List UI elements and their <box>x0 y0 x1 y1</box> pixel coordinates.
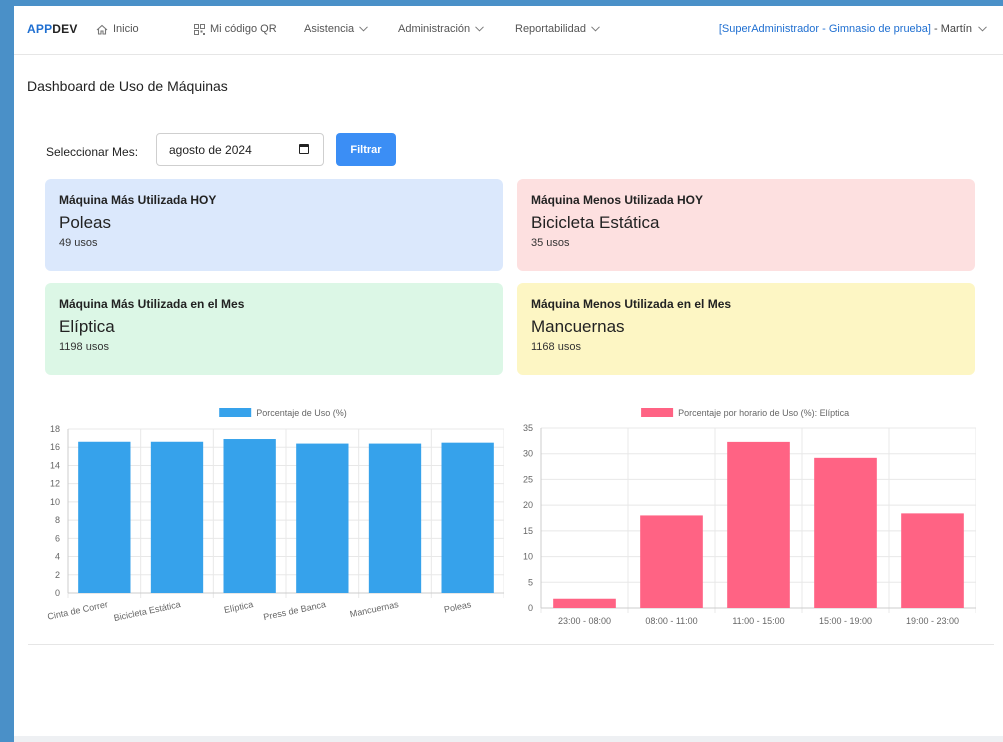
bar[interactable] <box>553 598 616 608</box>
machine-usage-chart: Porcentaje de Uso (%) 0 2 4 6 8 10 12 14 16 18 Cint… <box>46 408 504 623</box>
legend-label[interactable]: Porcentaje de Uso (%) <box>256 408 347 418</box>
bar[interactable] <box>368 443 422 593</box>
footer-bar <box>14 736 1003 742</box>
brand-logo[interactable]: APPDEV <box>27 22 78 36</box>
card-uses: 49 usos <box>59 237 98 249</box>
bar[interactable] <box>150 441 204 593</box>
app-window: APPDEV Inicio Mi código QR Asistencia Ad… <box>14 6 1003 742</box>
card-uses: 35 usos <box>531 237 570 249</box>
top-navbar: APPDEV Inicio Mi código QR Asistencia Ad… <box>14 6 1003 55</box>
y-tick-label: 2 <box>55 570 60 580</box>
x-tick-label: 15:00 - 19:00 <box>819 616 872 626</box>
card-title: Máquina Menos Utilizada HOY <box>531 193 704 207</box>
chevron-down-icon <box>978 26 987 32</box>
nav-item-inicio[interactable]: Inicio <box>96 23 139 35</box>
x-tick-label: Mancuernas <box>349 599 400 619</box>
y-tick-label: 10 <box>523 552 533 562</box>
y-tick-label: 18 <box>50 424 60 434</box>
bar[interactable] <box>901 513 964 608</box>
y-tick-label: 20 <box>523 500 533 510</box>
y-tick-label: 5 <box>528 577 533 587</box>
chart-legend: Porcentaje por horario de Uso (%): Elípt… <box>641 408 849 418</box>
filter-label: Seleccionar Mes: <box>46 145 139 159</box>
y-tick-label: 25 <box>523 474 533 484</box>
y-tick-label: 4 <box>55 552 60 562</box>
x-tick-label: Cinta de Correr <box>46 599 108 622</box>
chevron-down-icon <box>359 26 368 32</box>
y-tick-label: 0 <box>55 588 60 598</box>
nav-item-reportabilidad[interactable]: Reportabilidad <box>515 23 600 35</box>
y-tick-label: 15 <box>523 526 533 536</box>
legend-label[interactable]: Porcentaje por horario de Uso (%): Elípt… <box>678 408 849 418</box>
card-title: Máquina Más Utilizada en el Mes <box>59 297 245 311</box>
bar[interactable] <box>727 441 790 608</box>
x-tick-label: Poleas <box>443 599 472 615</box>
y-tick-label: 8 <box>55 515 60 525</box>
nav-item-administracion[interactable]: Administración <box>398 23 484 35</box>
x-tick-label: Bicicleta Estática <box>113 599 182 623</box>
x-tick-label: 08:00 - 11:00 <box>645 616 697 626</box>
x-tick-label: 11:00 - 15:00 <box>732 616 784 626</box>
y-tick-label: 6 <box>55 533 60 543</box>
y-tick-label: 14 <box>50 460 60 470</box>
bar[interactable] <box>441 442 494 593</box>
chevron-down-icon <box>591 26 600 32</box>
card-uses: 1168 usos <box>531 341 581 353</box>
card-most-used-month: Máquina Más Utilizada en el Mes Elíptica… <box>45 283 503 375</box>
y-tick-label: 30 <box>523 449 533 459</box>
card-most-used-today: Máquina Más Utilizada HOY Poleas 49 usos <box>45 179 503 271</box>
y-tick-label: 0 <box>528 603 533 613</box>
qr-icon <box>194 23 205 35</box>
card-title: Máquina Más Utilizada HOY <box>59 193 217 207</box>
nav-item-qr[interactable]: Mi código QR <box>194 23 277 35</box>
month-input[interactable]: agosto de 2024 <box>156 133 324 166</box>
legend-swatch[interactable] <box>219 408 252 417</box>
nav-item-asistencia[interactable]: Asistencia <box>304 23 368 35</box>
bar[interactable] <box>814 457 877 608</box>
card-least-used-month: Máquina Menos Utilizada en el Mes Mancue… <box>517 283 975 375</box>
x-tick-label: 23:00 - 08:00 <box>558 616 611 626</box>
legend-swatch[interactable] <box>641 408 674 417</box>
x-tick-label: Press de Banca <box>263 599 327 622</box>
home-icon <box>96 24 108 35</box>
bar[interactable] <box>640 515 703 608</box>
card-machine: Bicicleta Estática <box>531 213 660 232</box>
bar[interactable] <box>296 443 349 593</box>
card-title: Máquina Menos Utilizada en el Mes <box>531 297 732 311</box>
card-machine: Poleas <box>59 213 111 232</box>
calendar-icon[interactable] <box>299 144 309 154</box>
y-tick-label: 10 <box>50 497 60 507</box>
hourly-usage-chart: Porcentaje por horario de Uso (%): Elípt… <box>523 408 976 626</box>
user-menu[interactable]: [SuperAdministrador - Gimnasio de prueba… <box>719 23 987 35</box>
x-tick-label: 19:00 - 23:00 <box>906 616 959 626</box>
card-least-used-today: Máquina Menos Utilizada HOY Bicicleta Es… <box>517 179 975 271</box>
x-tick-label: Elíptica <box>223 599 254 615</box>
section-divider <box>28 644 994 645</box>
y-tick-label: 35 <box>523 423 533 433</box>
chart-legend: Porcentaje de Uso (%) <box>219 408 347 418</box>
card-uses: 1198 usos <box>59 341 109 353</box>
card-machine: Elíptica <box>59 317 115 336</box>
y-tick-label: 16 <box>50 442 60 452</box>
chevron-down-icon <box>475 26 484 32</box>
bar[interactable] <box>223 439 276 593</box>
y-tick-label: 12 <box>50 479 60 489</box>
filter-button[interactable]: Filtrar <box>336 133 396 166</box>
bar[interactable] <box>78 441 131 593</box>
page-title: Dashboard de Uso de Máquinas <box>27 78 228 94</box>
card-machine: Mancuernas <box>531 317 625 336</box>
